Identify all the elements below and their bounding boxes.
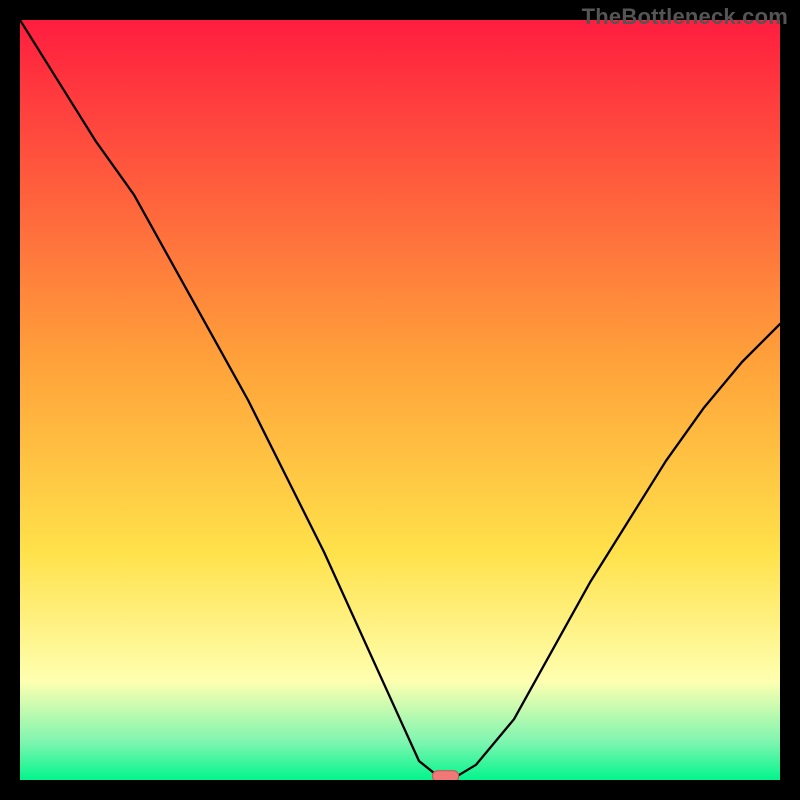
optimum-marker [433,771,459,780]
chart-svg [20,20,780,780]
plot-area [20,20,780,780]
watermark-text: TheBottleneck.com [582,4,788,30]
chart-frame: TheBottleneck.com [0,0,800,800]
gradient-rect [20,20,780,780]
